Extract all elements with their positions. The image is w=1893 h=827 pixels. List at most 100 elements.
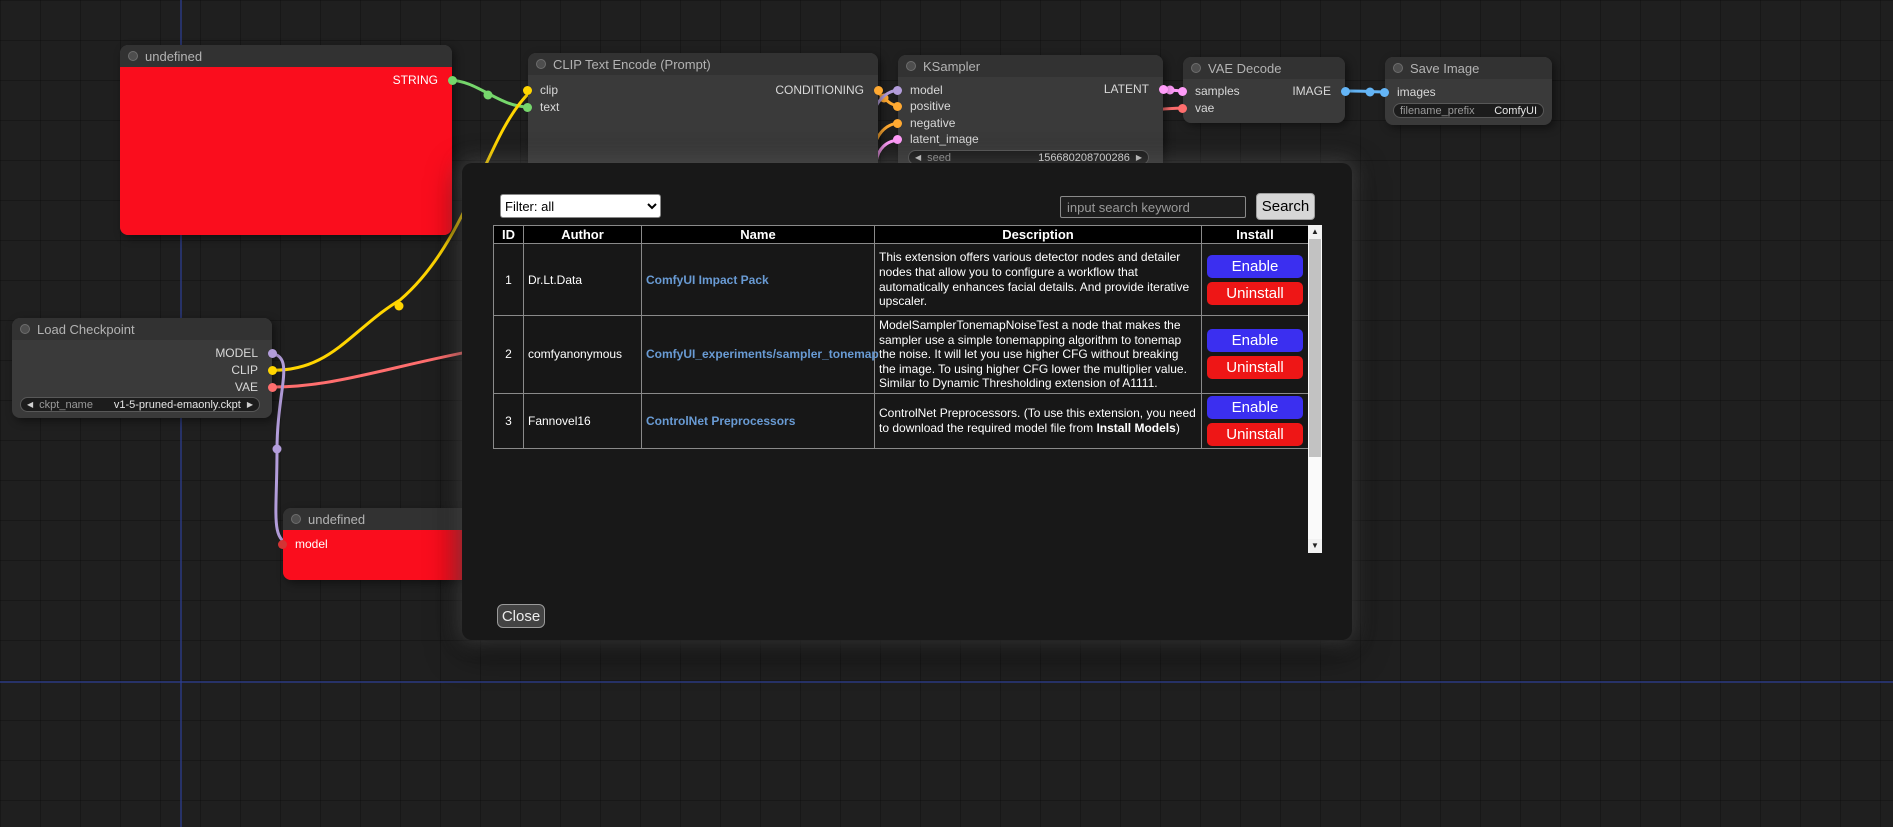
- cell-author: comfyanonymous: [524, 316, 642, 394]
- description-bold-text: Install Models: [1096, 421, 1175, 435]
- close-button[interactable]: Close: [497, 604, 545, 628]
- node-vae-decode[interactable]: VAE Decode samples vae IMAGE: [1183, 57, 1345, 123]
- uninstall-button[interactable]: Uninstall: [1207, 423, 1303, 446]
- canvas-axis-horizontal: [0, 681, 1893, 683]
- node-save-image[interactable]: Save Image images filename_prefix ComfyU…: [1385, 57, 1552, 125]
- input-dot-negative[interactable]: [893, 119, 902, 128]
- input-dot-images[interactable]: [1380, 88, 1389, 97]
- cell-description: ControlNet Preprocessors. (To use this e…: [875, 393, 1202, 448]
- wire-midpoint-string: [484, 91, 493, 100]
- collapse-dot-icon[interactable]: [291, 514, 301, 524]
- node-title: Save Image: [1410, 61, 1479, 76]
- output-label-conditioning: CONDITIONING: [775, 83, 864, 97]
- filename-prefix-value: ComfyUI: [1494, 105, 1537, 117]
- filter-select[interactable]: Filter: all: [500, 194, 661, 218]
- ckpt-name-widget[interactable]: ◀ ckpt_name v1-5-pruned-emaonly.ckpt ▶: [20, 397, 260, 412]
- input-label-latent-image: latent_image: [910, 132, 979, 146]
- table-scrollbar[interactable]: ▲ ▼: [1308, 225, 1322, 553]
- output-label-latent: LATENT: [1104, 82, 1149, 96]
- cell-author: Dr.Lt.Data: [524, 244, 642, 316]
- input-dot-clip[interactable]: [523, 86, 532, 95]
- collapse-dot-icon[interactable]: [906, 61, 916, 71]
- enable-button[interactable]: Enable: [1207, 396, 1303, 419]
- output-dot-vae[interactable]: [268, 383, 277, 392]
- output-label-string: STRING: [393, 73, 438, 87]
- search-button[interactable]: Search: [1256, 193, 1315, 220]
- increment-arrow-icon[interactable]: ▶: [247, 397, 253, 412]
- extension-table-scroll-area: ID Author Name Description Install 1 Dr.…: [493, 225, 1322, 553]
- node-load-checkpoint[interactable]: Load Checkpoint MODEL CLIP VAE ◀ ckpt_na…: [12, 318, 272, 418]
- output-dot-latent[interactable]: [1159, 85, 1168, 94]
- custom-nodes-manager-dialog: Filter: all Search ID Author Name Descri…: [462, 163, 1352, 640]
- uninstall-button[interactable]: Uninstall: [1207, 356, 1303, 379]
- cell-name: ComfyUI Impact Pack: [642, 244, 875, 316]
- enable-button[interactable]: Enable: [1207, 329, 1303, 352]
- seed-widget-label: seed: [927, 152, 951, 164]
- node-header[interactable]: CLIP Text Encode (Prompt): [528, 53, 878, 75]
- wire-string-to-text: [448, 80, 529, 107]
- output-dot-string[interactable]: [448, 76, 457, 85]
- cell-description: ModelSamplerTonemapNoiseTest a node that…: [875, 316, 1202, 394]
- uninstall-button[interactable]: Uninstall: [1207, 282, 1303, 305]
- input-dot-text[interactable]: [523, 103, 532, 112]
- output-dot-model[interactable]: [268, 349, 277, 358]
- table-header-row: ID Author Name Description Install: [494, 226, 1309, 244]
- collapse-dot-icon[interactable]: [20, 324, 30, 334]
- collapse-dot-icon[interactable]: [128, 51, 138, 61]
- extension-link[interactable]: ComfyUI Impact Pack: [646, 273, 769, 287]
- cell-author: Fannovel16: [524, 393, 642, 448]
- ckpt-name-label: ckpt_name: [39, 399, 93, 411]
- wire-midpoint-conditioning: [880, 94, 889, 103]
- output-dot-image[interactable]: [1341, 87, 1350, 96]
- scrollbar-down-arrow-icon[interactable]: ▼: [1308, 539, 1322, 553]
- cell-id: 2: [494, 316, 524, 394]
- node-undefined-top[interactable]: undefined STRING: [120, 45, 452, 235]
- output-label-vae: VAE: [235, 380, 258, 394]
- extension-link[interactable]: ControlNet Preprocessors: [646, 414, 795, 428]
- collapse-dot-icon[interactable]: [1393, 63, 1403, 73]
- description-text: ModelSamplerTonemapNoiseTest a node that…: [879, 318, 1187, 390]
- output-label-image: IMAGE: [1292, 84, 1331, 98]
- filename-prefix-widget[interactable]: filename_prefix ComfyUI: [1393, 103, 1544, 118]
- cell-id: 3: [494, 393, 524, 448]
- enable-button[interactable]: Enable: [1207, 255, 1303, 278]
- graph-canvas[interactable]: { "colors": { "model_link": "#b39ddb", "…: [0, 0, 1893, 827]
- node-header[interactable]: KSampler: [898, 55, 1163, 77]
- input-label-model: model: [295, 537, 328, 551]
- scrollbar-up-arrow-icon[interactable]: ▲: [1308, 225, 1322, 239]
- cell-name: ComfyUI_experiments/sampler_tonemap: [642, 316, 875, 394]
- input-dot-latent-image[interactable]: [893, 135, 902, 144]
- decrement-arrow-icon[interactable]: ◀: [27, 397, 33, 412]
- extension-table: ID Author Name Description Install 1 Dr.…: [493, 225, 1309, 449]
- table-row: 2 comfyanonymous ComfyUI_experiments/sam…: [494, 316, 1309, 394]
- input-dot-model[interactable]: [893, 86, 902, 95]
- node-header[interactable]: undefined: [120, 45, 452, 67]
- header-author: Author: [524, 226, 642, 244]
- node-title: CLIP Text Encode (Prompt): [553, 57, 711, 72]
- output-dot-clip[interactable]: [268, 366, 277, 375]
- output-label-clip: CLIP: [231, 363, 258, 377]
- node-header[interactable]: VAE Decode: [1183, 57, 1345, 79]
- search-input[interactable]: [1060, 196, 1246, 218]
- input-dot-positive[interactable]: [893, 102, 902, 111]
- node-title: Load Checkpoint: [37, 322, 135, 337]
- node-header[interactable]: Load Checkpoint: [12, 318, 272, 340]
- table-row: 1 Dr.Lt.Data ComfyUI Impact Pack This ex…: [494, 244, 1309, 316]
- output-dot-conditioning[interactable]: [874, 86, 883, 95]
- header-id: ID: [494, 226, 524, 244]
- header-install: Install: [1202, 226, 1309, 244]
- input-label-vae: vae: [1195, 101, 1214, 115]
- input-dot-vae[interactable]: [1178, 104, 1187, 113]
- node-header[interactable]: Save Image: [1385, 57, 1552, 79]
- header-description: Description: [875, 226, 1202, 244]
- filename-prefix-label: filename_prefix: [1400, 105, 1475, 117]
- collapse-dot-icon[interactable]: [536, 59, 546, 69]
- input-dot-model[interactable]: [278, 540, 287, 549]
- scrollbar-thumb[interactable]: [1309, 239, 1321, 457]
- input-dot-samples[interactable]: [1178, 87, 1187, 96]
- extension-link[interactable]: ComfyUI_experiments/sampler_tonemap: [646, 347, 879, 361]
- cell-name: ControlNet Preprocessors: [642, 393, 875, 448]
- collapse-dot-icon[interactable]: [1191, 63, 1201, 73]
- input-label-clip: clip: [540, 83, 558, 97]
- table-row: 3 Fannovel16 ControlNet Preprocessors Co…: [494, 393, 1309, 448]
